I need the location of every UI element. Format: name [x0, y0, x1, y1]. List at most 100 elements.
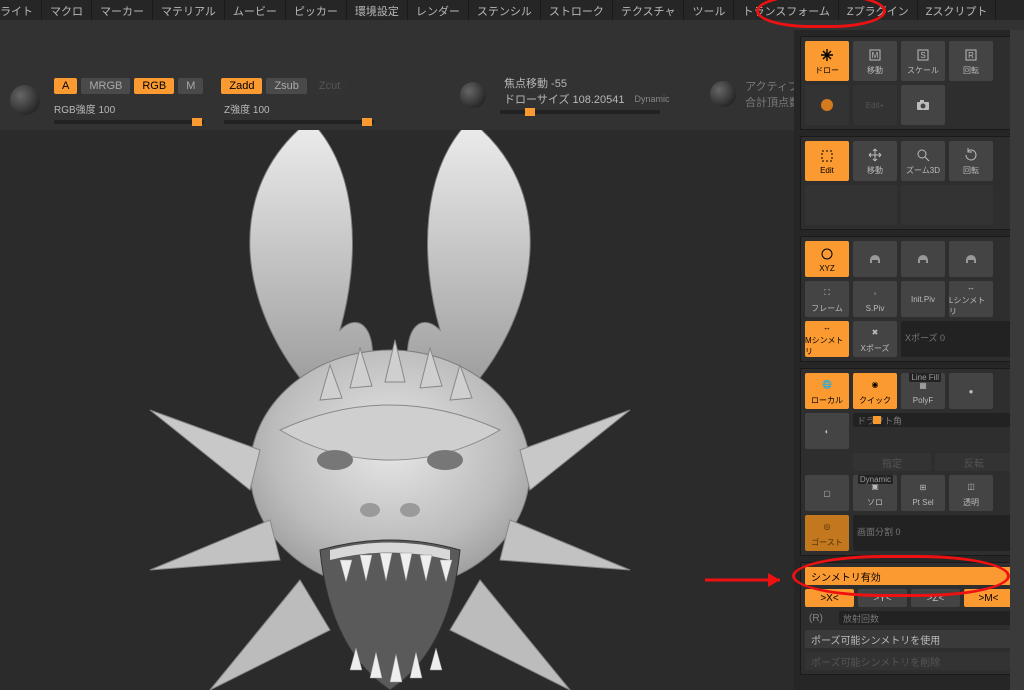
menu-item[interactable]: マーカー [92, 0, 153, 20]
top-menubar: ライト マクロ マーカー マテリアル ムービー ピッカー 環境設定 レンダー ス… [0, 0, 1024, 20]
menu-item[interactable]: レンダー [408, 0, 469, 20]
nav-group: Edit 移動 ズーム3D 回転 [800, 136, 1018, 230]
headset-icon [867, 251, 883, 267]
rotate-icon: R [963, 47, 979, 63]
box-icon: ▢ [819, 485, 835, 501]
z-intensity-slider[interactable]: Z強度 100 [224, 101, 374, 124]
menu-item[interactable]: ライト [0, 0, 42, 20]
ptsel-button[interactable]: ⊞Pt Sel [901, 475, 945, 511]
menu-item[interactable]: マクロ [42, 0, 92, 20]
spiv-button[interactable]: ◦S.Piv [853, 281, 897, 317]
xpose-slider[interactable]: Xポーズ 0 [901, 321, 1013, 357]
contrast-button[interactable]: ◐ [805, 413, 849, 449]
axisz-button[interactable] [949, 241, 993, 277]
material-swatch[interactable] [10, 85, 40, 115]
menu-item-transform[interactable]: トランスフォーム [734, 0, 838, 20]
axisy-button[interactable] [901, 241, 945, 277]
xpose-button[interactable]: ✖Xポーズ [853, 321, 897, 357]
box-button[interactable]: ▢ [805, 475, 849, 511]
radial-slider[interactable]: 放射回数 [839, 611, 1013, 625]
use-poseable-sym-button[interactable]: ポーズ可能シンメトリを使用 [805, 630, 1013, 648]
move-icon: M [867, 47, 883, 63]
globe-icon: 🌐 [819, 377, 835, 393]
a-chip[interactable]: A [54, 78, 77, 94]
sphere-icon: ● [963, 383, 979, 399]
menu-item[interactable]: ツール [684, 0, 734, 20]
local-button[interactable]: 🌐ローカル [805, 373, 849, 409]
canvas-viewport[interactable] [0, 130, 794, 690]
nav-slot [805, 185, 897, 225]
menu-item[interactable]: Zプラグイン [839, 0, 918, 20]
menu-item[interactable]: ステンシル [469, 0, 541, 20]
right-edge [1010, 30, 1024, 690]
flip-button[interactable]: 反転 [935, 453, 1013, 471]
mrgb-chip[interactable]: MRGB [81, 78, 130, 94]
nav-slot [901, 185, 993, 225]
scale-button[interactable]: S スケール [901, 41, 945, 81]
lsym-button[interactable]: ↔Lシンメトリ [949, 281, 993, 317]
initp-button[interactable]: Init.Piv [901, 281, 945, 317]
m-chip[interactable]: M [178, 78, 203, 94]
zsub-chip[interactable]: Zsub [266, 78, 306, 94]
symmetry-enable-button[interactable]: シンメトリ有効 [805, 567, 1013, 585]
headset-icon [963, 251, 979, 267]
sym-y-button[interactable]: >Y< [858, 589, 907, 607]
menu-item[interactable]: Zスクリプト [918, 0, 997, 20]
menu-item[interactable]: ピッカー [286, 0, 347, 20]
contrast-icon: ◐ [819, 423, 835, 439]
pose-icon: ✖ [867, 325, 883, 341]
draw-button[interactable]: ドロー [805, 41, 849, 81]
headset-icon [915, 251, 931, 267]
menu-item[interactable]: ムービー [225, 0, 286, 20]
zcut-chip[interactable]: Zcut [311, 78, 348, 94]
axisx-button[interactable] [853, 241, 897, 277]
linefill-button[interactable]: Line Fill▦PolyF [901, 373, 945, 409]
zoom3d-button[interactable]: ズーム3D [901, 141, 945, 181]
solo-button[interactable]: Dynamic▣ソロ [853, 475, 897, 511]
del-poseable-sym-button[interactable]: ポーズ可能シンメトリを削除 [805, 652, 1013, 670]
move-button[interactable]: M 移動 [853, 41, 897, 81]
sym-z-button[interactable]: >Z< [911, 589, 960, 607]
menu-item[interactable]: マテリアル [153, 0, 225, 20]
scale-icon: S [915, 47, 931, 63]
transparent-button[interactable]: ◫透明 [949, 475, 993, 511]
pivot-icon: ◦ [867, 286, 883, 302]
edit-button[interactable]: Edit [805, 141, 849, 181]
rotate-button[interactable]: R 回転 [949, 41, 993, 81]
menu-item[interactable]: テクスチャ [613, 0, 685, 20]
screensplit-slider[interactable]: 画面分割 0 [853, 515, 1013, 551]
sym-r-label: (R) [805, 611, 835, 626]
rotate-nav-button[interactable]: 回転 [949, 141, 993, 181]
ghost-icon: ◎ [819, 519, 835, 535]
camera-button[interactable] [901, 85, 945, 125]
frame-button[interactable]: ⛶フレーム [805, 281, 849, 317]
menu-item[interactable]: 環境設定 [347, 0, 408, 20]
rgb-chip[interactable]: RGB [134, 78, 174, 94]
sphere-icon [819, 97, 835, 113]
focus-swatch[interactable] [460, 82, 486, 108]
editplus-button[interactable]: Edit+ [853, 85, 897, 125]
rgb-intensity-slider[interactable]: RGB強度 100 [54, 101, 204, 124]
msym-button[interactable]: ↔Mシンメトリ [805, 321, 849, 357]
symmetry-group: シンメトリ有効 >X< >Y< >Z< >M< (R) 放射回数 ポーズ可能シン… [800, 562, 1018, 675]
menu-item[interactable]: ストローク [541, 0, 613, 20]
sphere-button[interactable]: ● [949, 373, 993, 409]
brush-swatch[interactable] [805, 85, 849, 125]
zoom-icon [915, 147, 931, 163]
d-swatch[interactable] [710, 81, 736, 107]
quick-button[interactable]: ◉クイック [853, 373, 897, 409]
svg-text:S: S [920, 51, 925, 60]
pivot-group: XYZ ⛶フレーム ◦S.Piv Init.Piv ↔Lシンメトリ ↔Mシンメト… [800, 236, 1018, 362]
move-nav-button[interactable]: 移動 [853, 141, 897, 181]
camera-icon [915, 97, 931, 113]
zadd-chip[interactable]: Zadd [221, 78, 262, 94]
spec-button[interactable]: 指定 [853, 453, 931, 471]
draft-slider[interactable]: ドラフト角 [853, 413, 1013, 427]
xyz-button[interactable]: XYZ [805, 241, 849, 277]
sym-x-button[interactable]: >X< [805, 589, 854, 607]
ghost-button[interactable]: ◎ゴースト [805, 515, 849, 551]
quick-icon: ◉ [867, 377, 883, 393]
axis-icon [819, 246, 835, 262]
sym-m-button[interactable]: >M< [964, 589, 1013, 607]
svg-text:R: R [968, 51, 974, 60]
